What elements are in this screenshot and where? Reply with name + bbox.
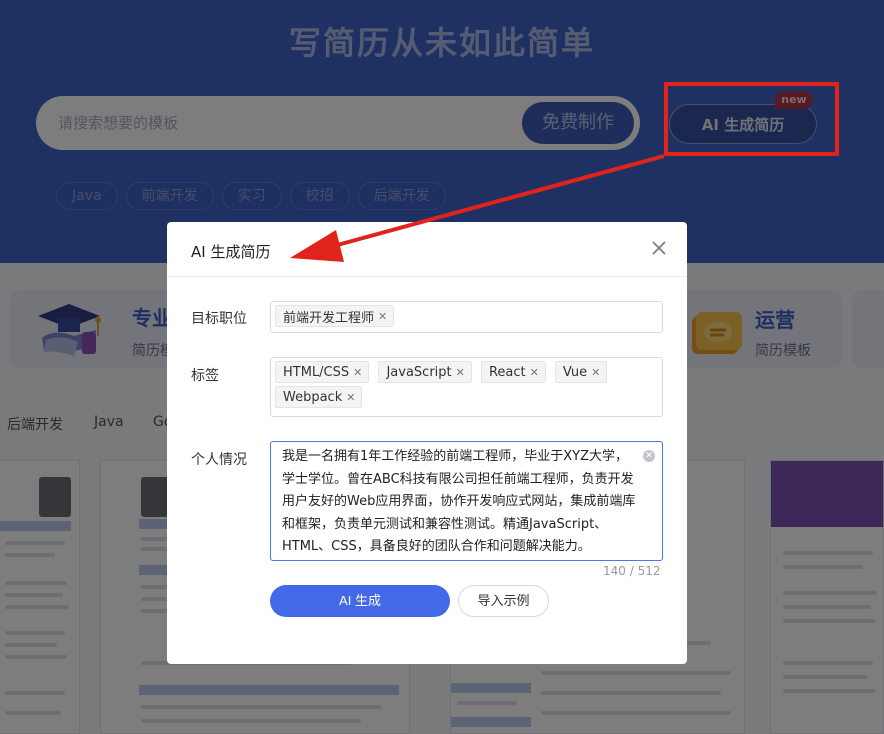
- ai-generate-button[interactable]: AI 生成: [270, 585, 450, 617]
- ai-resume-dialog: AI 生成简历 目标职位 前端开发工程师 ✕ 标签 HTML/CSS ✕ Java…: [167, 222, 687, 664]
- tag-chip: Webpack ✕: [275, 386, 363, 408]
- dialog-title: AI 生成简历: [191, 243, 271, 261]
- position-select[interactable]: 前端开发工程师 ✕: [270, 301, 663, 333]
- tag-chip: React ✕: [480, 361, 546, 383]
- tags-label: 标签: [191, 368, 219, 384]
- clear-icon[interactable]: ✕: [643, 450, 655, 462]
- chip-label: 前端开发工程师: [283, 310, 375, 326]
- chip-label: React: [488, 364, 526, 380]
- chip-remove-icon[interactable]: ✕: [530, 366, 539, 379]
- tag-chip: JavaScript ✕: [378, 361, 472, 383]
- chip-label: HTML/CSS: [283, 364, 350, 380]
- tag-chip: HTML/CSS ✕: [275, 361, 370, 383]
- chip-remove-icon[interactable]: ✕: [591, 366, 600, 379]
- position-chip: 前端开发工程师 ✕: [275, 305, 395, 327]
- chip-remove-icon[interactable]: ✕: [378, 310, 387, 323]
- chip-remove-icon[interactable]: ✕: [353, 366, 362, 379]
- profile-label: 个人情况: [191, 452, 247, 468]
- tag-chip: Vue ✕: [554, 361, 608, 383]
- highlight-box: [664, 82, 839, 156]
- chip-label: Webpack: [283, 389, 343, 405]
- chip-label: JavaScript: [386, 364, 452, 380]
- tags-select[interactable]: HTML/CSS ✕ JavaScript ✕ React ✕ Vue ✕ Webpac…: [270, 357, 663, 417]
- chip-remove-icon[interactable]: ✕: [456, 366, 465, 379]
- divider: [167, 276, 687, 277]
- chip-remove-icon[interactable]: ✕: [346, 391, 355, 404]
- profile-textarea[interactable]: 我是一名拥有1年工作经验的前端工程师，毕业于XYZ大学，学士学位。曾在ABC科技…: [270, 441, 663, 561]
- import-example-button[interactable]: 导入示例: [458, 585, 549, 617]
- char-counter: 140 / 512: [603, 564, 661, 578]
- close-icon[interactable]: [649, 238, 669, 258]
- chip-label: Vue: [562, 364, 588, 380]
- position-label: 目标职位: [191, 311, 247, 327]
